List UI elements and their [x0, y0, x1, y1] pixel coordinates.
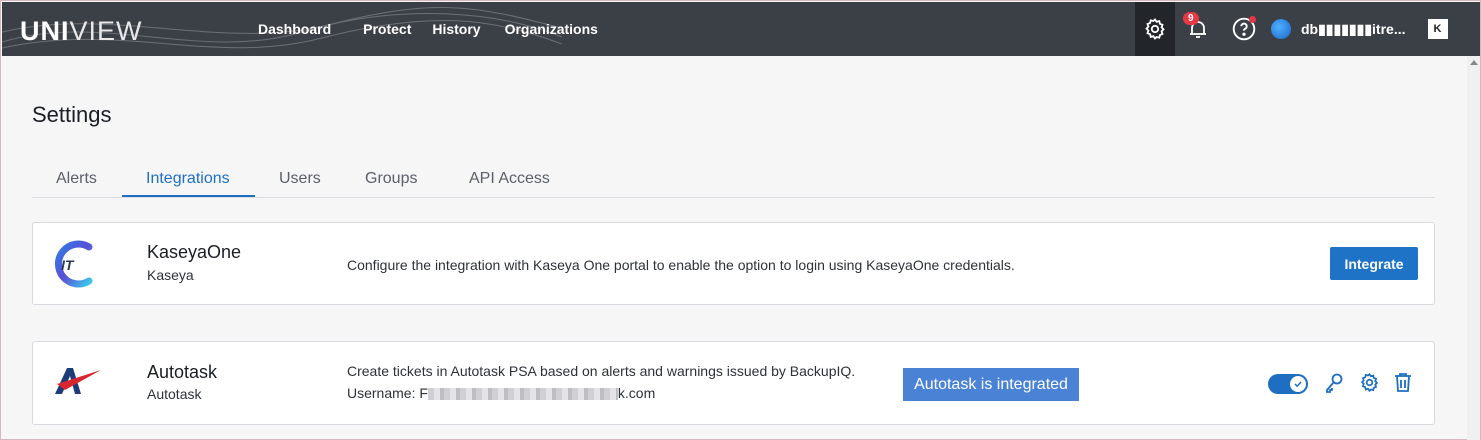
status-tooltip: Autotask is integrated [903, 368, 1079, 401]
header-actions: 9 db▮▮▮▮▮▮▮itre... K [1135, 2, 1448, 56]
tab-groups[interactable]: Groups [365, 170, 417, 188]
integration-subtitle: Kaseya [147, 267, 194, 283]
user-name: db▮▮▮▮▮▮▮itre... [1301, 20, 1406, 37]
integration-card-kaseyaone: IT KaseyaOne Kaseya Configure the integr… [32, 222, 1435, 305]
page-title: Settings [32, 102, 112, 127]
nav-organizations[interactable]: Organizations [505, 21, 598, 37]
active-tab-indicator [122, 195, 255, 197]
tab-users[interactable]: Users [279, 170, 321, 188]
notifications-button[interactable]: 9 [1175, 2, 1221, 56]
integration-description: Create tickets in Autotask PSA based on … [347, 363, 856, 379]
integration-subtitle: Autotask [147, 386, 202, 402]
integration-username: Username: F k.com [347, 385, 655, 401]
integration-title: Autotask [147, 362, 218, 382]
username-label: Username: F [347, 385, 428, 401]
trash-icon[interactable] [1394, 372, 1412, 393]
top-navigation-bar: UNIVIEW Dashboard Protect History Organi… [2, 2, 1480, 56]
toggle-knob [1290, 376, 1306, 392]
svg-text:IT: IT [61, 257, 75, 273]
settings-button[interactable] [1135, 2, 1175, 56]
main-nav: Dashboard Protect History Organizations [258, 2, 630, 56]
uniview-logo[interactable]: UNIVIEW [20, 16, 143, 47]
scroll-up-arrow-icon[interactable] [1470, 60, 1478, 65]
nav-history[interactable]: History [432, 21, 480, 37]
user-menu[interactable]: db▮▮▮▮▮▮▮itre... K [1271, 19, 1448, 39]
logo-text-bold: UNI [20, 16, 70, 46]
settings-tabs: Alerts Integrations Users Groups API Acc… [32, 164, 1435, 198]
autotask-icon [55, 368, 101, 394]
avatar [1271, 19, 1291, 39]
tab-integrations[interactable]: Integrations [146, 170, 230, 188]
tab-api-access[interactable]: API Access [469, 170, 550, 188]
logo-text-thin: VIEW [69, 16, 143, 46]
gear-icon[interactable] [1359, 372, 1380, 393]
redacted-username [427, 388, 618, 401]
kaseya-it-icon: IT [55, 240, 93, 288]
check-icon [1294, 381, 1302, 388]
tab-alerts[interactable]: Alerts [56, 170, 97, 188]
integrate-button[interactable]: Integrate [1330, 247, 1418, 280]
integration-enabled-toggle[interactable] [1268, 374, 1308, 394]
username-suffix: k.com [617, 385, 656, 401]
key-icon[interactable] [1324, 372, 1344, 394]
gear-icon [1145, 18, 1165, 40]
help-indicator-dot [1249, 16, 1256, 23]
nav-protect[interactable]: Protect [363, 21, 411, 37]
notification-count-badge: 9 [1183, 12, 1199, 25]
vertical-scrollbar[interactable] [1467, 56, 1480, 440]
nav-dashboard[interactable]: Dashboard [258, 21, 331, 37]
kaseya-brand-icon[interactable]: K [1427, 19, 1448, 39]
integration-description: Configure the integration with Kaseya On… [347, 257, 1015, 273]
help-button[interactable] [1221, 2, 1267, 56]
integration-card-autotask: Autotask Autotask Create tickets in Auto… [32, 341, 1435, 425]
integration-title: KaseyaOne [147, 242, 242, 262]
